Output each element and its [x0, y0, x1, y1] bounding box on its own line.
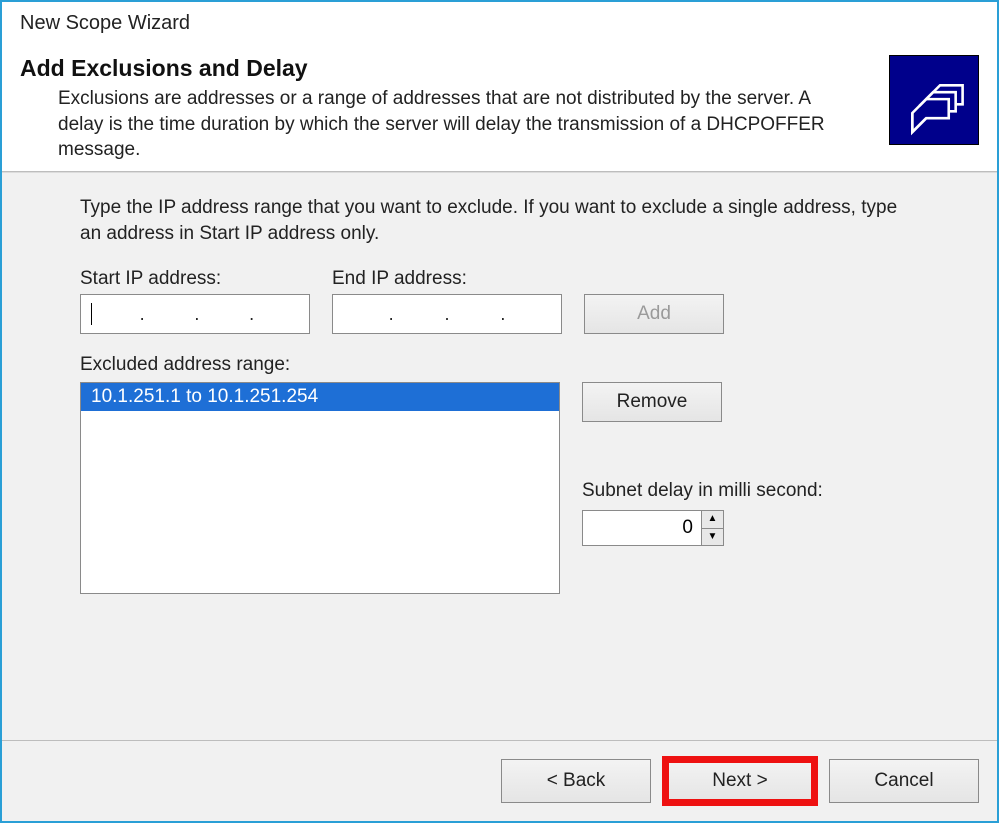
end-ip-label: End IP address: — [332, 268, 562, 290]
books-folder-icon — [889, 55, 979, 145]
wizard-footer: < Back Next > Cancel — [2, 740, 997, 821]
excluded-range-row: 10.1.251.1 to 10.1.251.254 Remove Subnet… — [80, 382, 979, 594]
add-button[interactable]: Add — [584, 294, 724, 334]
next-button[interactable]: Next > — [665, 759, 815, 803]
end-ip-octet-1[interactable] — [342, 303, 384, 326]
excluded-range-list[interactable]: 10.1.251.1 to 10.1.251.254 — [80, 382, 560, 594]
window-title: New Scope Wizard — [2, 2, 997, 37]
instruction-text: Type the IP address range that you want … — [80, 195, 900, 246]
start-ip-octet-1[interactable] — [94, 303, 136, 326]
start-ip-octet-3[interactable] — [203, 303, 245, 326]
delay-decrement-button[interactable]: ▼ — [702, 529, 723, 546]
delay-increment-button[interactable]: ▲ — [702, 511, 723, 529]
wizard-body: Type the IP address range that you want … — [2, 172, 997, 740]
wizard-window: New Scope Wizard Add Exclusions and Dela… — [0, 0, 999, 823]
start-ip-input[interactable]: . . . — [80, 294, 310, 334]
subnet-delay-spinner: ▲ ▼ — [582, 510, 724, 546]
remove-button[interactable]: Remove — [582, 382, 722, 422]
end-ip-octet-4[interactable] — [510, 303, 552, 326]
end-ip-input[interactable]: . . . — [332, 294, 562, 334]
excluded-range-label: Excluded address range: — [80, 354, 979, 376]
subnet-delay-label: Subnet delay in milli second: — [582, 480, 823, 502]
start-ip-octet-4[interactable] — [258, 303, 300, 326]
start-ip-label: Start IP address: — [80, 268, 310, 290]
end-ip-octet-2[interactable] — [398, 303, 440, 326]
end-ip-octet-3[interactable] — [454, 303, 496, 326]
page-title: Add Exclusions and Delay — [20, 55, 877, 82]
ip-input-row: Start IP address: . . . End IP address: … — [80, 268, 979, 334]
subnet-delay-input[interactable] — [582, 510, 702, 546]
page-description: Exclusions are addresses or a range of a… — [20, 86, 840, 163]
cancel-button[interactable]: Cancel — [829, 759, 979, 803]
list-item[interactable]: 10.1.251.1 to 10.1.251.254 — [81, 383, 559, 411]
back-button[interactable]: < Back — [501, 759, 651, 803]
wizard-header: Add Exclusions and Delay Exclusions are … — [2, 37, 997, 171]
start-ip-octet-2[interactable] — [149, 303, 191, 326]
